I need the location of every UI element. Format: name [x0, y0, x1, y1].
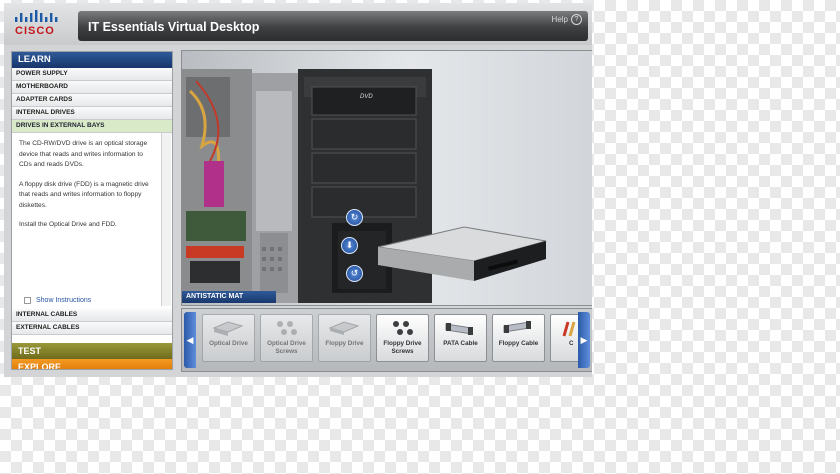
screws-icon [277, 321, 297, 335]
parts-tray: ◀ Optical Drive Optical Drive Screws Flo… [181, 308, 592, 372]
description-paragraph: A floppy disk drive (FDD) is a magnetic … [19, 180, 149, 209]
description-paragraph: Install the Optical Drive and FDD. [19, 221, 117, 228]
header: CISCO IT Essentials Virtual Desktop Help… [4, 3, 592, 45]
cisco-bars-icon [15, 10, 58, 22]
checkbox-icon[interactable] [24, 297, 31, 304]
floppy-drive-icon [328, 321, 360, 335]
nav-spacer [12, 335, 172, 343]
tray-item-label: PATA Cable [443, 340, 478, 347]
tray-left-arrow-icon[interactable]: ◀ [184, 312, 196, 368]
dvd-logo: DVD [360, 94, 373, 100]
nav-internal-cables[interactable]: INTERNAL CABLES [12, 309, 172, 322]
tray-item-label: Optical Drive [209, 340, 248, 347]
cisco-logo: CISCO [12, 10, 72, 40]
bottom-nav: INTERNAL CABLES EXTERNAL CABLES TEST EXP… [12, 309, 172, 369]
tray-right-arrow-icon[interactable]: ▶ [578, 312, 590, 368]
tray-item-label: C [569, 340, 574, 347]
nav-internal-drives[interactable]: INTERNAL DRIVES [12, 107, 172, 120]
screws-icon [393, 321, 413, 335]
nav-power-supply[interactable]: POWER SUPPLY [12, 68, 172, 81]
show-instructions-toggle[interactable]: Show Instructions [24, 297, 91, 304]
tray-item-floppy-drive[interactable]: Floppy Drive [318, 314, 371, 362]
rotate-up-icon[interactable]: ↻ [346, 209, 363, 226]
cable-icon [562, 321, 576, 337]
tray-item-pata-cable[interactable]: PATA Cable [434, 314, 487, 362]
test-section[interactable]: TEST [12, 343, 172, 359]
nav-motherboard[interactable]: MOTHERBOARD [12, 81, 172, 94]
tray-item-optical-drive-screws[interactable]: Optical Drive Screws [260, 314, 313, 362]
description-text: The CD-RW/DVD drive is an optical storag… [12, 133, 160, 296]
help-icon: ? [571, 14, 582, 25]
description-paragraph: The CD-RW/DVD drive is an optical storag… [19, 140, 148, 168]
optical-drive-icon [212, 321, 244, 336]
description-scrollbar[interactable] [161, 133, 171, 306]
ribbon-cable-icon [445, 323, 473, 335]
install-arrow-icon[interactable]: ⬇ [341, 237, 358, 254]
tray-item-label: Floppy Drive Screws [383, 340, 422, 355]
show-instructions-label: Show Instructions [36, 297, 92, 304]
tray-items: Optical Drive Optical Drive Screws Flopp… [202, 314, 578, 364]
tray-item-floppy-drive-screws[interactable]: Floppy Drive Screws [376, 314, 429, 362]
cisco-wordmark: CISCO [15, 25, 55, 37]
tray-item-label: Floppy Drive [325, 340, 364, 347]
nav-external-cables[interactable]: EXTERNAL CABLES [12, 322, 172, 335]
tray-item-optical-drive[interactable]: Optical Drive [202, 314, 255, 362]
tray-item-label: Optical Drive Screws [267, 340, 306, 355]
tray-item-label: Floppy Cable [498, 340, 539, 347]
workspace-scene: DVD ↻ ⬇ ↺ ANTISTATIC MAT [181, 50, 592, 306]
app-title: IT Essentials Virtual Desktop [88, 20, 260, 34]
ribbon-cable-icon [503, 321, 531, 333]
nav-drives-external-bays[interactable]: DRIVES IN EXTERNAL BAYS [12, 120, 172, 133]
nav-adapter-cards[interactable]: ADAPTER CARDS [12, 94, 172, 107]
rotate-down-icon[interactable]: ↺ [346, 265, 363, 282]
computer-case-illustration [182, 69, 547, 303]
app-window: CISCO IT Essentials Virtual Desktop Help… [4, 3, 592, 377]
left-panel: LEARN POWER SUPPLY MOTHERBOARD ADAPTER C… [11, 51, 173, 370]
learn-header[interactable]: LEARN [12, 52, 172, 68]
help-label: Help [551, 15, 568, 24]
explore-section[interactable]: EXPLORE [12, 359, 172, 369]
tray-item-floppy-cable[interactable]: Floppy Cable [492, 314, 545, 362]
tray-item-cable-partial[interactable]: C [550, 314, 578, 362]
antistatic-mat-label: ANTISTATIC MAT [182, 291, 276, 303]
title-bar: IT Essentials Virtual Desktop Help ? [78, 11, 588, 41]
help-button[interactable]: Help ? [552, 14, 582, 25]
